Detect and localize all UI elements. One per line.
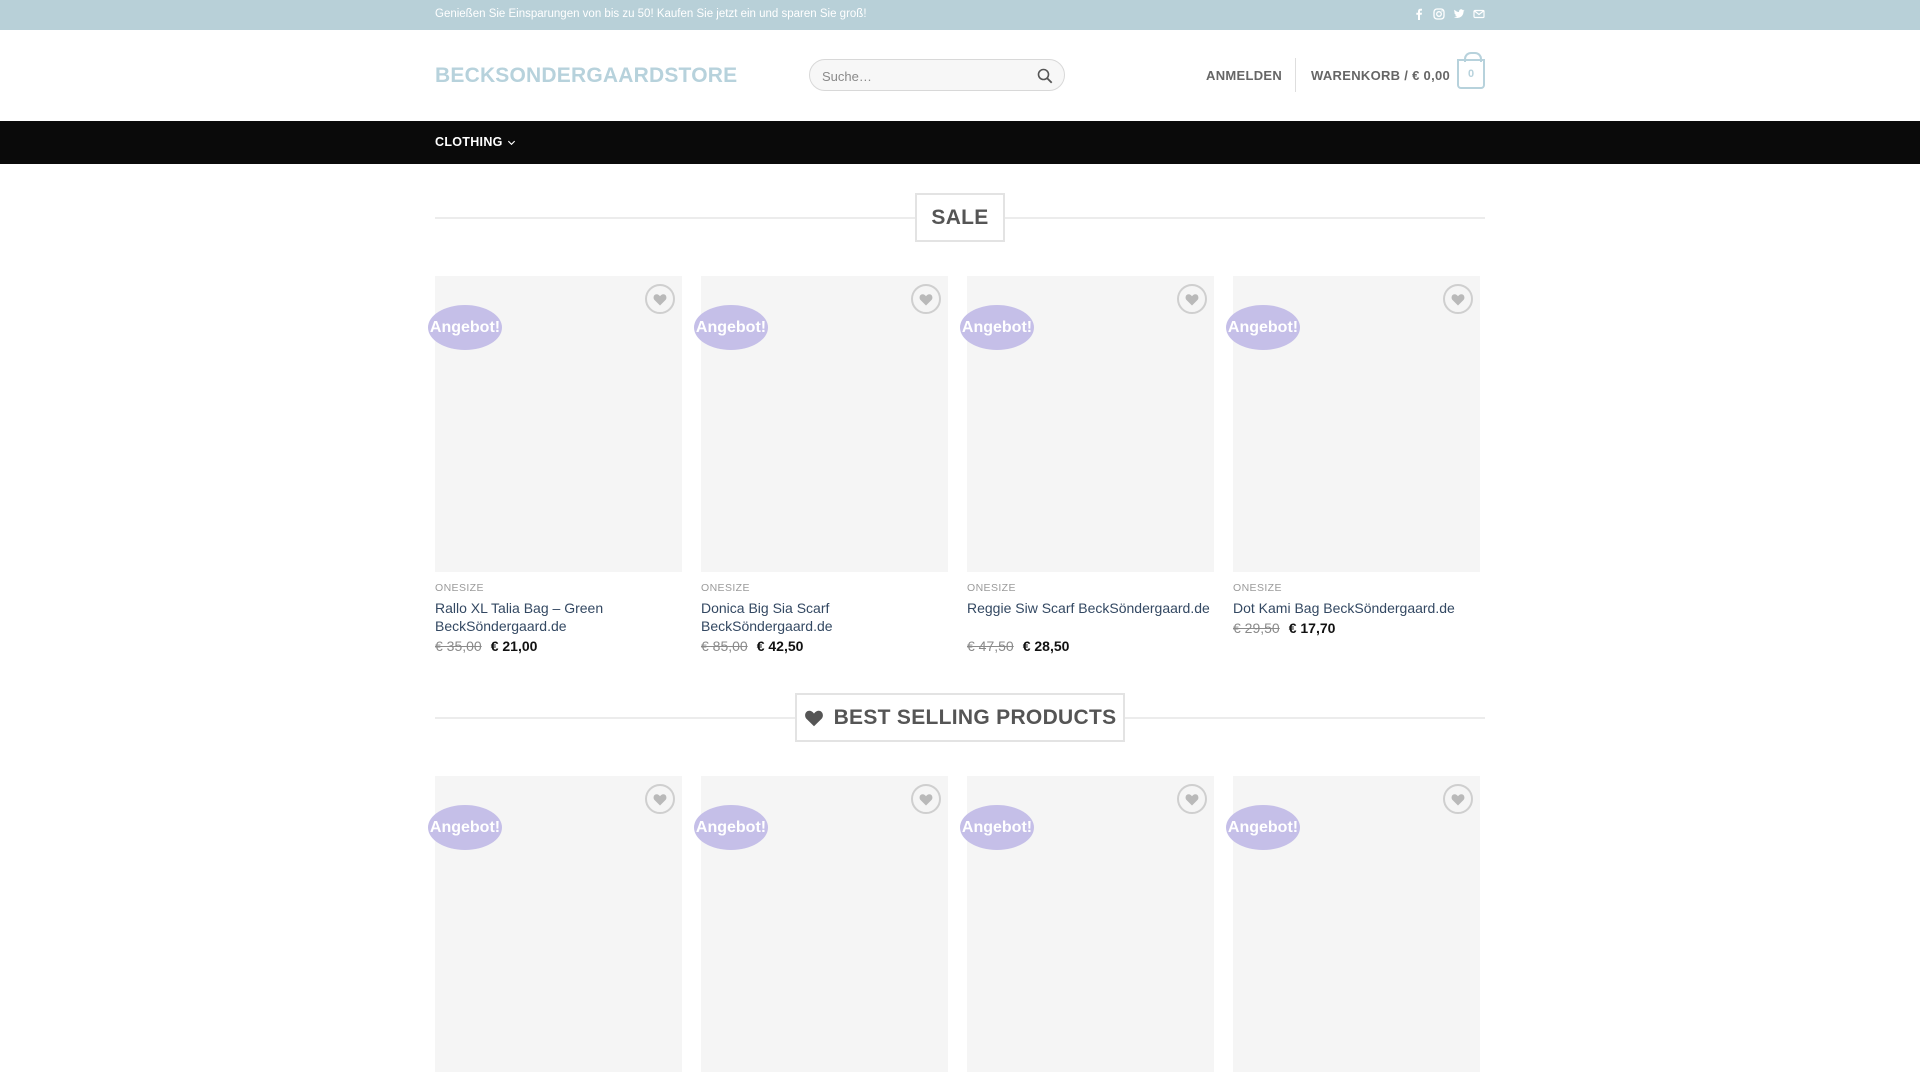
product-category[interactable]: ONESIZE	[701, 582, 750, 594]
sale-badge: Angebot!	[960, 805, 1034, 850]
cart-link[interactable]: WARENKORB / € 0,00	[1311, 68, 1450, 83]
sale-badge: Angebot!	[1226, 805, 1300, 850]
section-title-box: BEST SELLING PRODUCTS	[795, 693, 1125, 742]
sale-badge: Angebot!	[694, 305, 768, 350]
heart-icon	[653, 793, 667, 805]
wishlist-button[interactable]	[911, 284, 941, 314]
sale-badge: Angebot!	[694, 805, 768, 850]
sale-section-heading: SALE	[435, 193, 1485, 243]
product-title[interactable]: Donica Big Sia Scarf BeckSöndergaard.de	[701, 599, 948, 635]
bestselling-section-heading: BEST SELLING PRODUCTS	[435, 693, 1485, 743]
site-logo[interactable]: BECKSONDERGAARDSTORE	[435, 64, 737, 88]
promo-text: Genießen Sie Einsparungen von bis zu 50!…	[435, 8, 867, 20]
heart-icon	[919, 793, 933, 805]
product-price: € 35,00 € 21,00	[435, 638, 537, 654]
wishlist-button[interactable]	[911, 784, 941, 814]
login-link[interactable]: ANMELDEN	[1206, 68, 1282, 83]
heart-icon	[804, 710, 823, 726]
sale-price: € 17,70	[1288, 620, 1336, 636]
product-category[interactable]: ONESIZE	[967, 582, 1016, 594]
section-title: BEST SELLING PRODUCTS	[833, 705, 1117, 729]
sale-badge: Angebot!	[960, 305, 1034, 350]
twitter-icon[interactable]	[1452, 6, 1466, 22]
cart-count-badge[interactable]: 0	[1457, 52, 1485, 89]
wishlist-button[interactable]	[1177, 284, 1207, 314]
product-price: € 47,50 € 28,50	[967, 638, 1069, 654]
social-links	[1412, 6, 1486, 22]
old-price: € 47,50	[967, 638, 1014, 654]
top-promo-bar: Genießen Sie Einsparungen von bis zu 50!…	[0, 0, 1920, 30]
product-category[interactable]: ONESIZE	[1233, 582, 1282, 594]
wishlist-button[interactable]	[645, 284, 675, 314]
heart-icon	[1451, 293, 1465, 305]
site-header: BECKSONDERGAARDSTORE ANMELDEN WARENKORB …	[0, 30, 1920, 121]
heart-icon	[1451, 793, 1465, 805]
facebook-icon[interactable]	[1412, 6, 1426, 22]
header-divider	[1295, 58, 1296, 92]
sale-price: € 28,50	[1022, 638, 1070, 654]
old-price: € 29,50	[1233, 620, 1280, 636]
heart-icon	[1185, 293, 1199, 305]
heart-icon	[1185, 793, 1199, 805]
nav-item-label: CLOTHING	[435, 135, 503, 149]
heart-icon	[653, 293, 667, 305]
old-price: € 85,00	[701, 638, 748, 654]
search-box	[809, 59, 1065, 91]
product-price: € 85,00 € 42,50	[701, 638, 803, 654]
sale-price: € 42,50	[756, 638, 804, 654]
sale-badge: Angebot!	[428, 805, 502, 850]
sale-price: € 21,00	[490, 638, 538, 654]
search-icon	[1037, 68, 1053, 84]
search-input[interactable]	[822, 66, 1022, 86]
section-title: SALE	[931, 205, 989, 229]
product-title[interactable]: Rallo XL Talia Bag – Green BeckSöndergaa…	[435, 599, 682, 635]
search-button[interactable]	[1035, 66, 1055, 86]
instagram-icon[interactable]	[1432, 6, 1446, 22]
nav-item-clothing[interactable]: CLOTHING	[435, 135, 516, 149]
heart-icon	[919, 293, 933, 305]
wishlist-button[interactable]	[645, 784, 675, 814]
wishlist-button[interactable]	[1443, 284, 1473, 314]
sale-badge: Angebot!	[1226, 305, 1300, 350]
wishlist-button[interactable]	[1177, 784, 1207, 814]
email-icon[interactable]	[1472, 6, 1486, 22]
section-title-box: SALE	[915, 193, 1005, 242]
sale-badge: Angebot!	[428, 305, 502, 350]
product-category[interactable]: ONESIZE	[435, 582, 484, 594]
product-title[interactable]: Reggie Siw Scarf BeckSöndergaard.de	[967, 599, 1214, 617]
wishlist-button[interactable]	[1443, 784, 1473, 814]
product-price: € 29,50 € 17,70	[1233, 620, 1335, 636]
old-price: € 35,00	[435, 638, 482, 654]
product-title[interactable]: Dot Kami Bag BeckSöndergaard.de	[1233, 599, 1480, 617]
main-navigation: CLOTHING	[0, 121, 1920, 164]
chevron-down-icon	[507, 140, 515, 145]
